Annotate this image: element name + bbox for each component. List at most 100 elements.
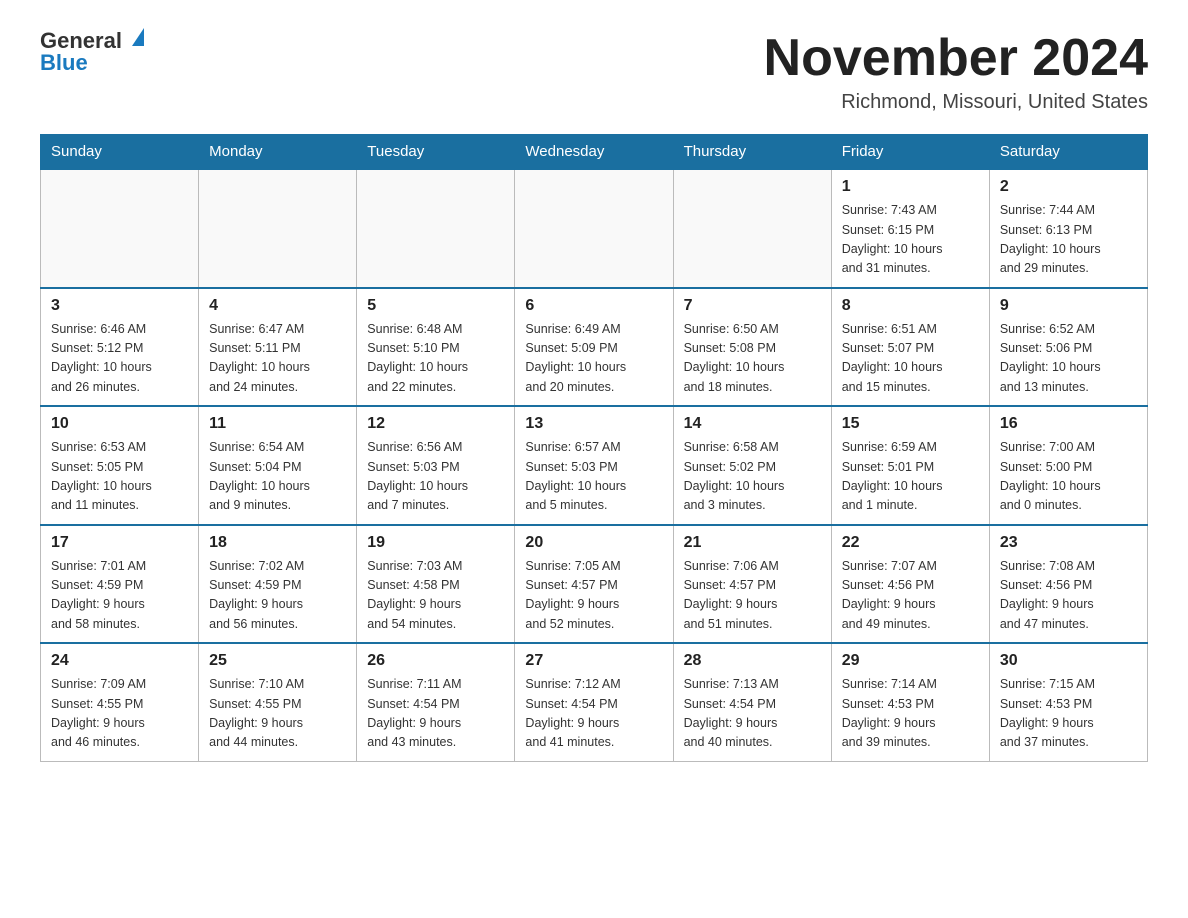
- day-number: 7: [684, 297, 821, 315]
- calendar-day-30: 30Sunrise: 7:15 AM Sunset: 4:53 PM Dayli…: [989, 643, 1147, 761]
- calendar-day-29: 29 Sunrise: 7:14 AM Sunset: 4:53 PM Dayli…: [831, 643, 989, 761]
- day-number: 5: [367, 297, 504, 315]
- day-info: Sunrise: 6:52 AM Sunset: 5:06 PM Dayligh…: [1000, 320, 1137, 398]
- day-info: Sunrise: 6:54 AM Sunset: 5:04 PM Dayligh…: [209, 438, 346, 516]
- day-number: 27: [525, 652, 662, 670]
- page-header: General Blue November 2024 Richmond, Mis…: [40, 30, 1148, 114]
- day-number: 20: [525, 534, 662, 552]
- calendar-day-10: 10 Sunrise: 6:53 AM Sunset: 5:05 PM Dayli…: [41, 406, 199, 525]
- calendar-header-row: SundayMondayTuesdayWednesdayThursdayFrid…: [41, 135, 1148, 170]
- calendar-day-23: 23Sunrise: 7:08 AM Sunset: 4:56 PM Dayli…: [989, 525, 1147, 644]
- logo-blue-text: Blue: [40, 52, 88, 74]
- day-info: Sunrise: 6:46 AM Sunset: 5:12 PM Dayligh…: [51, 320, 188, 398]
- day-info: Sunrise: 6:58 AM Sunset: 5:02 PM Dayligh…: [684, 438, 821, 516]
- day-info: Sunrise: 7:43 AM Sunset: 6:15 PM Dayligh…: [842, 201, 979, 279]
- day-info: Sunrise: 7:08 AM Sunset: 4:56 PM Dayligh…: [1000, 557, 1137, 635]
- calendar-empty-cell: [41, 169, 199, 288]
- weekday-header-thursday: Thursday: [673, 135, 831, 170]
- day-number: 25: [209, 652, 346, 670]
- location-title: Richmond, Missouri, United States: [764, 91, 1148, 114]
- calendar-day-28: 28 Sunrise: 7:13 AM Sunset: 4:54 PM Dayli…: [673, 643, 831, 761]
- day-number: 21: [684, 534, 821, 552]
- calendar-week-2: 3 Sunrise: 6:46 AM Sunset: 5:12 PM Daylig…: [41, 288, 1148, 407]
- day-number: 8: [842, 297, 979, 315]
- day-number: 1: [842, 178, 979, 196]
- calendar-day-2: 2 Sunrise: 7:44 AM Sunset: 6:13 PM Daylig…: [989, 169, 1147, 288]
- day-number: 28: [684, 652, 821, 670]
- calendar-table: SundayMondayTuesdayWednesdayThursdayFrid…: [40, 134, 1148, 762]
- calendar-day-17: 17 Sunrise: 7:01 AM Sunset: 4:59 PM Dayli…: [41, 525, 199, 644]
- logo-triangle-icon: [132, 28, 144, 46]
- day-number: 16: [1000, 415, 1137, 433]
- day-info: Sunrise: 6:56 AM Sunset: 5:03 PM Dayligh…: [367, 438, 504, 516]
- calendar-day-21: 21 Sunrise: 7:06 AM Sunset: 4:57 PM Dayli…: [673, 525, 831, 644]
- weekday-header-friday: Friday: [831, 135, 989, 170]
- calendar-day-3: 3 Sunrise: 6:46 AM Sunset: 5:12 PM Daylig…: [41, 288, 199, 407]
- day-number: 4: [209, 297, 346, 315]
- calendar-day-12: 12 Sunrise: 6:56 AM Sunset: 5:03 PM Dayli…: [357, 406, 515, 525]
- day-info: Sunrise: 6:53 AM Sunset: 5:05 PM Dayligh…: [51, 438, 188, 516]
- calendar-empty-cell: [673, 169, 831, 288]
- day-number: 22: [842, 534, 979, 552]
- day-info: Sunrise: 7:10 AM Sunset: 4:55 PM Dayligh…: [209, 675, 346, 753]
- day-number: 2: [1000, 178, 1137, 196]
- calendar-day-16: 16 Sunrise: 7:00 AM Sunset: 5:00 PM Dayli…: [989, 406, 1147, 525]
- day-number: 6: [525, 297, 662, 315]
- day-info: Sunrise: 7:11 AM Sunset: 4:54 PM Dayligh…: [367, 675, 504, 753]
- calendar-day-25: 25 Sunrise: 7:10 AM Sunset: 4:55 PM Dayli…: [199, 643, 357, 761]
- calendar-day-27: 27Sunrise: 7:12 AM Sunset: 4:54 PM Dayli…: [515, 643, 673, 761]
- day-number: 29: [842, 652, 979, 670]
- title-block: November 2024 Richmond, Missouri, United…: [764, 30, 1148, 114]
- day-info: Sunrise: 6:48 AM Sunset: 5:10 PM Dayligh…: [367, 320, 504, 398]
- day-info: Sunrise: 7:44 AM Sunset: 6:13 PM Dayligh…: [1000, 201, 1137, 279]
- day-info: Sunrise: 7:14 AM Sunset: 4:53 PM Dayligh…: [842, 675, 979, 753]
- weekday-header-tuesday: Tuesday: [357, 135, 515, 170]
- calendar-week-1: 1 Sunrise: 7:43 AM Sunset: 6:15 PM Daylig…: [41, 169, 1148, 288]
- day-number: 12: [367, 415, 504, 433]
- day-number: 10: [51, 415, 188, 433]
- logo: General Blue: [40, 30, 144, 74]
- day-info: Sunrise: 6:57 AM Sunset: 5:03 PM Dayligh…: [525, 438, 662, 516]
- day-number: 18: [209, 534, 346, 552]
- day-info: Sunrise: 7:09 AM Sunset: 4:55 PM Dayligh…: [51, 675, 188, 753]
- day-number: 3: [51, 297, 188, 315]
- day-info: Sunrise: 6:51 AM Sunset: 5:07 PM Dayligh…: [842, 320, 979, 398]
- day-info: Sunrise: 7:03 AM Sunset: 4:58 PM Dayligh…: [367, 557, 504, 635]
- calendar-empty-cell: [515, 169, 673, 288]
- weekday-header-wednesday: Wednesday: [515, 135, 673, 170]
- calendar-day-11: 11 Sunrise: 6:54 AM Sunset: 5:04 PM Dayli…: [199, 406, 357, 525]
- calendar-week-5: 24 Sunrise: 7:09 AM Sunset: 4:55 PM Dayli…: [41, 643, 1148, 761]
- day-info: Sunrise: 7:02 AM Sunset: 4:59 PM Dayligh…: [209, 557, 346, 635]
- calendar-week-3: 10 Sunrise: 6:53 AM Sunset: 5:05 PM Dayli…: [41, 406, 1148, 525]
- calendar-empty-cell: [199, 169, 357, 288]
- calendar-day-22: 22Sunrise: 7:07 AM Sunset: 4:56 PM Dayli…: [831, 525, 989, 644]
- day-info: Sunrise: 7:15 AM Sunset: 4:53 PM Dayligh…: [1000, 675, 1137, 753]
- day-number: 14: [684, 415, 821, 433]
- day-info: Sunrise: 7:06 AM Sunset: 4:57 PM Dayligh…: [684, 557, 821, 635]
- day-number: 9: [1000, 297, 1137, 315]
- day-info: Sunrise: 6:59 AM Sunset: 5:01 PM Dayligh…: [842, 438, 979, 516]
- calendar-day-14: 14 Sunrise: 6:58 AM Sunset: 5:02 PM Dayli…: [673, 406, 831, 525]
- calendar-day-26: 26 Sunrise: 7:11 AM Sunset: 4:54 PM Dayli…: [357, 643, 515, 761]
- day-info: Sunrise: 6:50 AM Sunset: 5:08 PM Dayligh…: [684, 320, 821, 398]
- day-number: 11: [209, 415, 346, 433]
- weekday-header-sunday: Sunday: [41, 135, 199, 170]
- day-info: Sunrise: 7:05 AM Sunset: 4:57 PM Dayligh…: [525, 557, 662, 635]
- weekday-header-saturday: Saturday: [989, 135, 1147, 170]
- day-info: Sunrise: 7:13 AM Sunset: 4:54 PM Dayligh…: [684, 675, 821, 753]
- day-info: Sunrise: 7:00 AM Sunset: 5:00 PM Dayligh…: [1000, 438, 1137, 516]
- calendar-day-13: 13Sunrise: 6:57 AM Sunset: 5:03 PM Dayli…: [515, 406, 673, 525]
- calendar-day-7: 7 Sunrise: 6:50 AM Sunset: 5:08 PM Daylig…: [673, 288, 831, 407]
- day-number: 26: [367, 652, 504, 670]
- calendar-day-20: 20 Sunrise: 7:05 AM Sunset: 4:57 PM Dayli…: [515, 525, 673, 644]
- day-number: 17: [51, 534, 188, 552]
- calendar-day-1: 1 Sunrise: 7:43 AM Sunset: 6:15 PM Daylig…: [831, 169, 989, 288]
- calendar-day-15: 15Sunrise: 6:59 AM Sunset: 5:01 PM Dayli…: [831, 406, 989, 525]
- calendar-day-6: 6 Sunrise: 6:49 AM Sunset: 5:09 PM Daylig…: [515, 288, 673, 407]
- day-number: 24: [51, 652, 188, 670]
- day-number: 19: [367, 534, 504, 552]
- calendar-day-18: 18 Sunrise: 7:02 AM Sunset: 4:59 PM Dayli…: [199, 525, 357, 644]
- calendar-day-4: 4Sunrise: 6:47 AM Sunset: 5:11 PM Daylig…: [199, 288, 357, 407]
- day-info: Sunrise: 6:49 AM Sunset: 5:09 PM Dayligh…: [525, 320, 662, 398]
- day-info: Sunrise: 7:01 AM Sunset: 4:59 PM Dayligh…: [51, 557, 188, 635]
